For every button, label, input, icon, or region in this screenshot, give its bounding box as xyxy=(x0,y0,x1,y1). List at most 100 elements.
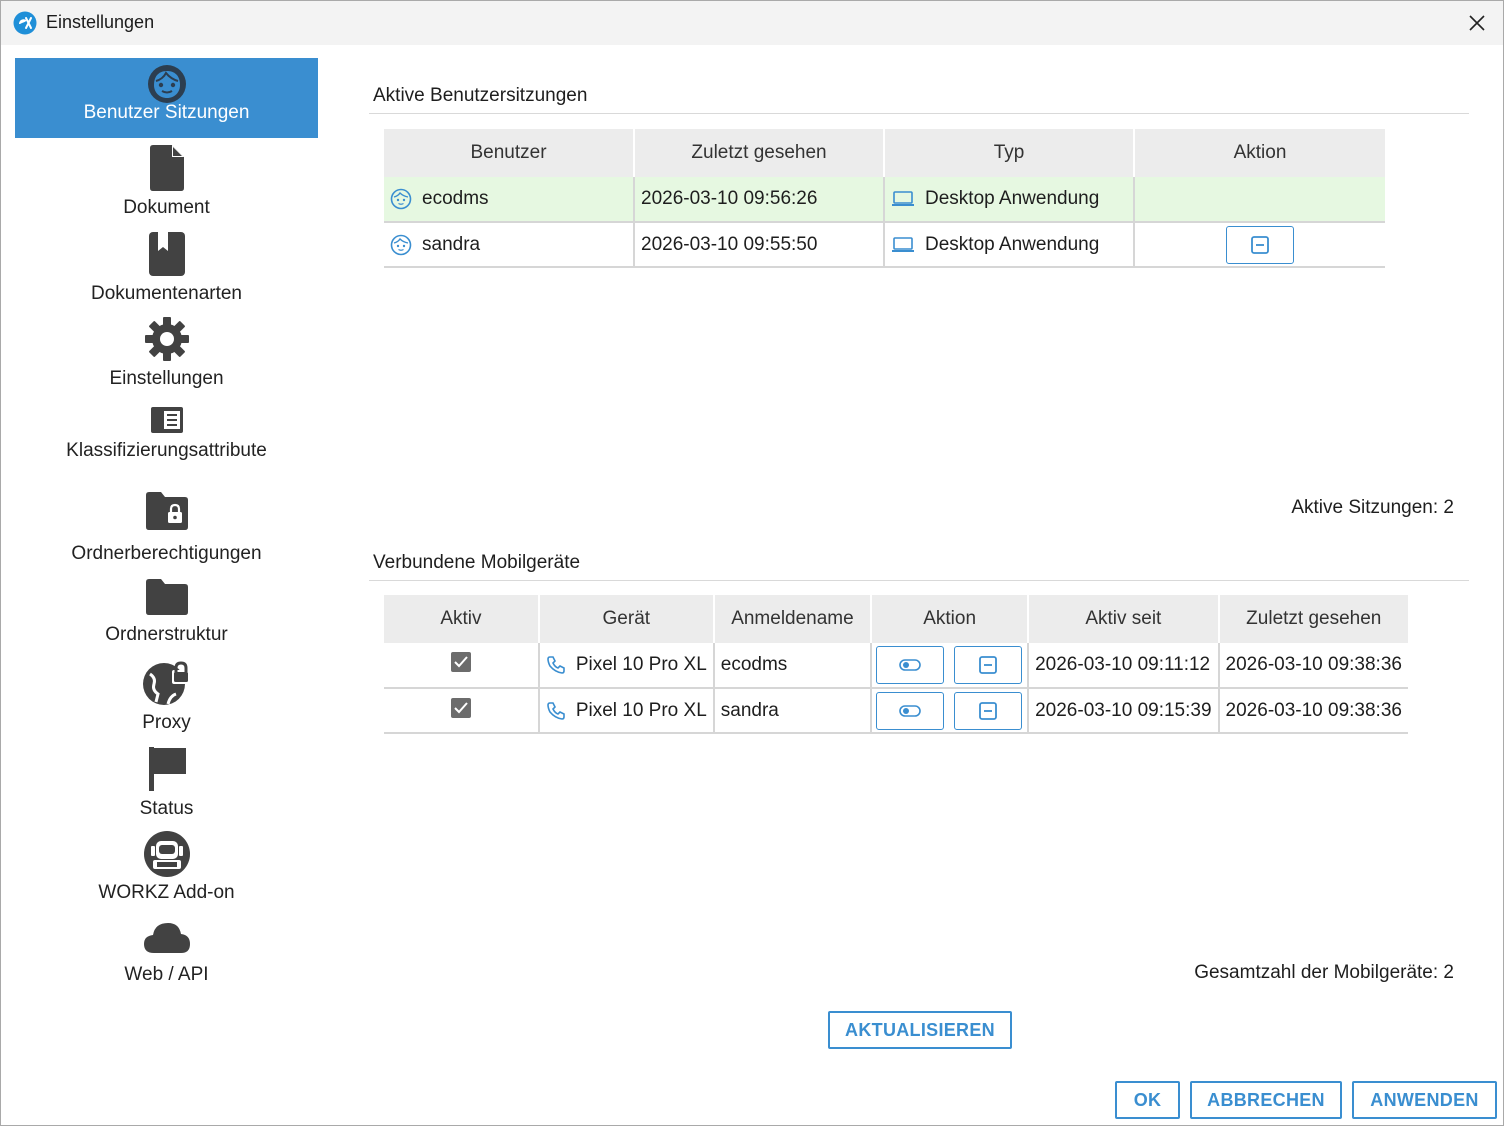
column-header-aktiv[interactable]: Aktiv xyxy=(384,595,540,643)
type-cell: Desktop Anwendung xyxy=(884,222,1135,268)
laptop-icon xyxy=(892,191,914,206)
last-seen-cell: 2026-03-10 09:38:36 xyxy=(1218,643,1408,689)
session-type: Desktop Anwendung xyxy=(925,188,1100,209)
action-cell xyxy=(1134,177,1385,223)
sidebar-item-benutzer-sitzungen[interactable]: Benutzer Sitzungen xyxy=(15,58,318,138)
column-header-benutzer[interactable]: Benutzer xyxy=(384,129,635,177)
sidebar-item-dokument[interactable]: Dokument xyxy=(15,145,318,225)
active-sessions-count: Aktive Sitzungen: 2 xyxy=(1291,497,1454,518)
close-button[interactable] xyxy=(1451,1,1503,45)
sidebar-item-workz-addon[interactable]: WORKZ Add-on xyxy=(15,830,318,910)
folder-lock-icon xyxy=(145,492,188,530)
table-row[interactable]: Pixel 10 Pro XL sandra 2026-03-10 09:15:… xyxy=(384,688,1408,734)
sidebar-item-einstellungen[interactable]: Einstellungen xyxy=(15,316,318,396)
sidebar-item-klassifizierungsattribute[interactable]: Klassifizierungsattribute xyxy=(15,402,318,466)
mobile-devices-count: Gesamtzahl der Mobilgeräte: 2 xyxy=(1194,962,1454,983)
last-seen-cell: 2026-03-10 09:38:36 xyxy=(1218,688,1408,734)
window-title: Einstellungen xyxy=(46,12,155,32)
user-name: sandra xyxy=(422,233,481,255)
table-row[interactable]: ecodms 2026-03-10 09:56:26 Desktop Anwen… xyxy=(384,177,1385,223)
cloud-icon xyxy=(143,923,190,953)
sidebar-item-status[interactable]: Status xyxy=(15,746,318,826)
sidebar-item-proxy[interactable]: Proxy xyxy=(15,660,318,740)
check-icon xyxy=(454,701,468,713)
login-cell: sandra xyxy=(713,688,873,734)
user-cell: sandra xyxy=(384,222,635,268)
toggle-icon xyxy=(899,704,921,717)
user-face-icon xyxy=(147,65,186,103)
minus-box-icon xyxy=(979,656,998,674)
globe-lock-icon xyxy=(142,661,190,705)
login-cell: ecodms xyxy=(713,643,873,689)
check-icon xyxy=(454,656,468,668)
minus-box-icon xyxy=(979,701,998,720)
laptop-icon xyxy=(892,236,914,252)
user-face-icon xyxy=(390,234,412,255)
toggle-device-button[interactable] xyxy=(876,691,945,730)
title-bar: Einstellungen xyxy=(1,1,1503,45)
column-header-aktiv-seit[interactable]: Aktiv seit xyxy=(1028,595,1220,643)
sidebar-item-dokumentenarten[interactable]: Dokumentenarten xyxy=(15,231,318,311)
sessions-divider xyxy=(369,113,1469,114)
column-header-aktion: Aktion xyxy=(1134,129,1385,177)
bookmark-book-icon xyxy=(148,232,185,276)
cancel-button[interactable]: ABBRECHEN xyxy=(1190,1081,1342,1119)
type-cell: Desktop Anwendung xyxy=(884,177,1135,223)
toggle-icon xyxy=(899,659,921,671)
mobile-header-row: Aktiv Gerät Anmeldename Aktion Aktiv sei… xyxy=(384,595,1408,643)
table-row[interactable]: Pixel 10 Pro XL ecodms 2026-03-10 09:11:… xyxy=(384,643,1408,689)
robot-icon xyxy=(143,831,190,877)
column-header-geraet[interactable]: Gerät xyxy=(538,595,715,643)
sidebar-item-label: Dokument xyxy=(123,197,210,218)
toggle-device-button[interactable] xyxy=(876,646,945,684)
device-cell: Pixel 10 Pro XL xyxy=(538,688,715,734)
user-name: ecodms xyxy=(422,188,489,209)
user-cell: ecodms xyxy=(384,177,635,223)
mobile-divider xyxy=(369,580,1469,581)
column-header-anmeldename[interactable]: Anmeldename xyxy=(713,595,873,643)
gear-icon xyxy=(144,317,189,361)
sidebar-item-label: Web / API xyxy=(124,964,209,985)
sidebar-item-label: Dokumentenarten xyxy=(90,283,243,304)
remove-device-button[interactable] xyxy=(954,646,1023,684)
device-name: Pixel 10 Pro XL xyxy=(575,654,707,675)
column-header-zuletzt-gesehen[interactable]: Zuletzt gesehen xyxy=(634,129,885,177)
active-since-cell: 2026-03-10 09:15:39 xyxy=(1028,688,1220,734)
folder-icon xyxy=(145,579,188,615)
remove-device-button[interactable] xyxy=(954,691,1023,730)
last-seen-cell: 2026-03-10 09:55:50 xyxy=(634,222,885,268)
minus-box-icon xyxy=(1251,235,1269,254)
sidebar-item-ordnerstruktur[interactable]: Ordnerstruktur xyxy=(15,578,318,648)
sessions-table: Benutzer Zuletzt gesehen Typ Aktion ecod… xyxy=(384,129,1385,268)
apply-button[interactable]: ANWENDEN xyxy=(1352,1081,1497,1119)
mobile-devices-table: Aktiv Gerät Anmeldename Aktion Aktiv sei… xyxy=(384,595,1408,734)
end-session-button[interactable] xyxy=(1226,225,1294,264)
active-checkbox[interactable] xyxy=(450,652,471,672)
action-cell xyxy=(1134,222,1385,268)
active-cell xyxy=(384,688,540,734)
sidebar-item-web-api[interactable]: Web / API xyxy=(15,920,318,992)
list-panel-icon xyxy=(150,407,183,433)
sidebar-item-label: Proxy xyxy=(142,712,191,733)
refresh-button[interactable]: AKTUALISIEREN xyxy=(828,1011,1012,1049)
active-checkbox[interactable] xyxy=(450,697,471,718)
sidebar-item-label: Klassifizierungsattribute xyxy=(66,440,267,461)
phone-icon xyxy=(547,701,565,720)
sidebar-item-ordnerberechtigungen[interactable]: Ordnerberechtigungen xyxy=(15,488,318,568)
action-cell xyxy=(871,643,1030,689)
sidebar-item-label: WORKZ Add-on xyxy=(98,882,235,903)
column-header-aktion: Aktion xyxy=(871,595,1030,643)
document-icon xyxy=(149,145,184,191)
user-face-icon xyxy=(390,188,412,210)
ok-button[interactable]: OK xyxy=(1115,1081,1180,1119)
flag-icon xyxy=(148,747,186,791)
session-type: Desktop Anwendung xyxy=(925,233,1100,255)
table-row[interactable]: sandra 2026-03-10 09:55:50 Desktop Anwen… xyxy=(384,222,1385,268)
column-header-zuletzt-gesehen[interactable]: Zuletzt gesehen xyxy=(1218,595,1408,643)
action-cell xyxy=(871,688,1030,734)
column-header-typ[interactable]: Typ xyxy=(884,129,1135,177)
device-cell: Pixel 10 Pro XL xyxy=(538,643,715,689)
sidebar-item-label: Ordnerberechtigungen xyxy=(71,543,262,564)
device-name: Pixel 10 Pro XL xyxy=(575,699,707,721)
phone-icon xyxy=(547,656,565,674)
